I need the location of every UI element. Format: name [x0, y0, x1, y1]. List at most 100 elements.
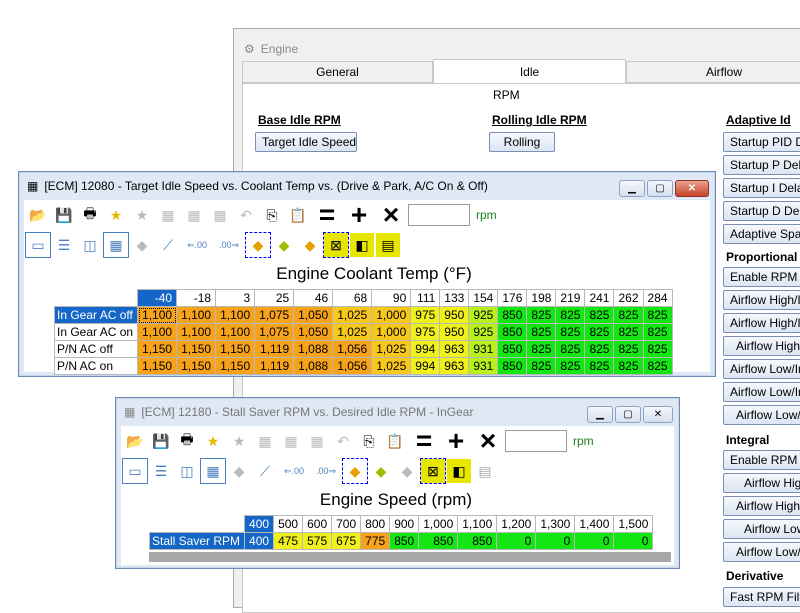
startup-p-delay-button[interactable]: Startup P Delay [723, 155, 800, 175]
table-cell[interactable]: 850 [418, 532, 459, 550]
operand-input[interactable] [505, 430, 567, 452]
table-cell[interactable]: 850 [497, 323, 528, 341]
row-header[interactable]: In Gear AC off [53, 306, 139, 324]
grid-c-icon[interactable]: ▦ [305, 429, 329, 453]
copy-icon[interactable]: ⎘ [260, 203, 284, 227]
multiply-operator[interactable]: × [376, 201, 406, 229]
paste-icon[interactable]: 📋 [286, 203, 310, 227]
add-favorite-icon[interactable]: ★ [201, 429, 225, 453]
column-header[interactable]: 1,100 [457, 515, 498, 533]
single-view-icon[interactable]: ▭ [122, 458, 148, 484]
column-header[interactable]: 1,000 [418, 515, 459, 533]
3d-view-icon[interactable]: ◆ [130, 233, 154, 257]
column-header[interactable]: 1,200 [496, 515, 537, 533]
flatten-icon[interactable]: ◆ [298, 233, 322, 257]
table-cell[interactable]: 1,119 [254, 357, 295, 375]
remove-favorite-icon[interactable]: ★ [130, 203, 154, 227]
column-header[interactable]: 700 [331, 515, 362, 533]
table-cell[interactable]: 825 [555, 306, 586, 324]
fast-rpm-filter-button[interactable]: Fast RPM Filter [723, 587, 800, 607]
equals-operator[interactable]: = [409, 427, 439, 455]
paste-icon[interactable]: 📋 [383, 429, 407, 453]
table-cell[interactable]: 975 [410, 306, 441, 324]
table-cell[interactable]: 0 [535, 532, 576, 550]
fill-all-icon[interactable]: ▤ [376, 233, 400, 257]
table-cell[interactable]: 1,000 [371, 323, 412, 341]
plus-operator[interactable]: + [441, 427, 471, 455]
table-cell[interactable]: 400 [244, 532, 275, 550]
adaptive-spark-button[interactable]: Adaptive Spark [723, 224, 800, 244]
column-header[interactable]: 600 [302, 515, 333, 533]
fill-x-icon[interactable]: ⊠ [323, 232, 349, 258]
table-view-icon[interactable]: ▦ [103, 232, 129, 258]
table-cell[interactable]: 1,100 [137, 323, 178, 341]
decimal-left-icon[interactable]: ⇐.00 [279, 459, 309, 483]
interpolate-icon[interactable]: ◆ [369, 459, 393, 483]
decimal-right-icon[interactable]: .00⇒ [311, 459, 341, 483]
table-cell[interactable]: 1,000 [371, 306, 412, 324]
column-header[interactable]: 198 [526, 289, 557, 307]
decimal-left-icon[interactable]: ⇐.00 [182, 233, 212, 257]
grid-b-icon[interactable]: ▦ [182, 203, 206, 227]
vsplit-view-icon[interactable]: ◫ [78, 233, 102, 257]
print-icon[interactable]: 🖶 [175, 429, 199, 453]
3d-view-icon[interactable]: ◆ [227, 459, 251, 483]
table-cell[interactable]: 825 [584, 357, 615, 375]
prop-airflow-low-p-button[interactable]: Airflow Low/P [723, 405, 800, 425]
smooth-icon[interactable]: ◆ [245, 232, 271, 258]
table-cell[interactable]: 1,075 [254, 323, 295, 341]
column-header[interactable]: 1,300 [535, 515, 576, 533]
table-cell[interactable]: 825 [613, 306, 644, 324]
table-cell[interactable]: 825 [584, 306, 615, 324]
undo-icon[interactable]: ↶ [234, 203, 258, 227]
table-cell[interactable]: 1,150 [215, 357, 256, 375]
single-view-icon[interactable]: ▭ [25, 232, 51, 258]
table-cell[interactable]: 850 [497, 357, 528, 375]
minimize-button[interactable]: ▁ [587, 406, 613, 423]
column-header[interactable]: 241 [584, 289, 615, 307]
column-header[interactable]: 111 [410, 289, 441, 307]
close-button[interactable]: ✕ [675, 180, 709, 197]
column-header[interactable]: 800 [360, 515, 391, 533]
flatten-icon[interactable]: ◆ [395, 459, 419, 483]
copy-icon[interactable]: ⎘ [357, 429, 381, 453]
table-cell[interactable]: 1,150 [215, 340, 256, 358]
table-cell[interactable]: 825 [642, 323, 673, 341]
fill-y-icon[interactable]: ◧ [447, 459, 471, 483]
table-cell[interactable]: 825 [526, 340, 557, 358]
table-cell[interactable]: 825 [526, 323, 557, 341]
table-cell[interactable]: 825 [555, 357, 586, 375]
column-header[interactable]: 400 [244, 515, 275, 533]
table-cell[interactable]: 775 [360, 532, 391, 550]
table-cell[interactable]: 1,100 [176, 323, 217, 341]
prop-airflow-high-ing-2-button[interactable]: Airflow High/InG [723, 313, 800, 333]
table-cell[interactable]: 1,088 [293, 340, 334, 358]
table-cell[interactable]: 1,150 [137, 357, 178, 375]
table-cell[interactable]: 1,119 [254, 340, 295, 358]
table-cell[interactable]: 850 [497, 340, 528, 358]
table-cell[interactable]: 963 [439, 340, 470, 358]
open-folder-icon[interactable]: 📂 [26, 203, 50, 227]
minimize-button[interactable]: ▁ [619, 180, 645, 197]
table-cell[interactable]: 0 [574, 532, 615, 550]
grid-a-icon[interactable]: ▦ [253, 429, 277, 453]
plus-operator[interactable]: + [344, 201, 374, 229]
table-cell[interactable]: 475 [273, 532, 304, 550]
column-header[interactable]: 133 [439, 289, 470, 307]
table-cell[interactable]: 825 [642, 306, 673, 324]
row-header[interactable]: P/N AC on [53, 357, 139, 375]
table-cell[interactable]: 963 [439, 357, 470, 375]
table-cell[interactable]: 1,025 [332, 323, 373, 341]
smooth-icon[interactable]: ◆ [342, 458, 368, 484]
column-header[interactable]: 25 [254, 289, 295, 307]
column-header[interactable]: 1,400 [574, 515, 615, 533]
column-header[interactable]: 500 [273, 515, 304, 533]
fill-y-icon[interactable]: ◧ [350, 233, 374, 257]
maximize-button[interactable]: ▢ [615, 406, 641, 423]
table-cell[interactable]: 850 [389, 532, 420, 550]
column-header[interactable]: -18 [176, 289, 217, 307]
hsplit-view-icon[interactable]: ☰ [149, 459, 173, 483]
table-cell[interactable]: 825 [613, 340, 644, 358]
grid-a-icon[interactable]: ▦ [156, 203, 180, 227]
column-header[interactable]: 1,500 [613, 515, 654, 533]
